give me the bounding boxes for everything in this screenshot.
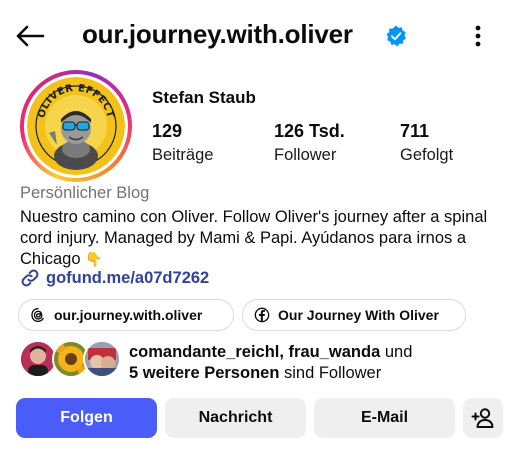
suggested-accounts-button[interactable] [463, 398, 503, 438]
threads-chip[interactable]: our.journey.with.oliver [18, 299, 234, 331]
threads-chip-label: our.journey.with.oliver [54, 307, 203, 323]
display-name: Stefan Staub [152, 88, 256, 107]
mutual-followers-avatars[interactable] [19, 340, 123, 380]
threads-icon [31, 308, 44, 323]
profile-avatar[interactable]: OLIVER EFFECT [20, 70, 132, 182]
facebook-chip[interactable]: Our Journey With Oliver [242, 299, 466, 331]
mutual-followers-text[interactable]: comandante_reichl, frau_wanda und 5 weit… [129, 342, 509, 384]
pointing-down-emoji: 👇 [85, 251, 103, 267]
profile-link[interactable]: gofund.me/a07d7262 [20, 268, 209, 288]
email-button[interactable]: E-Mail [314, 398, 455, 438]
profile-bio: Nuestro camino con Oliver. Follow Oliver… [20, 207, 510, 270]
avatar-photo [85, 342, 119, 376]
avatar-image: OLIVER EFFECT [27, 77, 125, 175]
mutual-and: und [384, 343, 413, 361]
mutual-names: comandante_reichl, frau_wanda [129, 343, 381, 361]
stat-posts-value: 129 [152, 121, 183, 141]
more-vertical-icon [475, 25, 481, 47]
stat-following[interactable]: 711 Gefolgt [400, 121, 453, 165]
verified-badge-icon [386, 25, 407, 47]
profile-username: our.journey.with.oliver [82, 19, 353, 49]
add-person-icon [471, 408, 494, 428]
stat-posts[interactable]: 129 Beiträge [152, 121, 213, 165]
link-url: gofund.me/a07d7262 [46, 268, 210, 287]
back-arrow-icon [16, 25, 45, 47]
mutual-suffix: sind Follower [284, 364, 382, 382]
stat-followers-value: 126 Tsd. [274, 121, 345, 141]
facebook-chip-label: Our Journey With Oliver [278, 307, 439, 323]
back-button[interactable] [12, 18, 48, 54]
stat-posts-label: Beiträge [152, 146, 214, 164]
avatar-ring-gap: OLIVER EFFECT [24, 74, 128, 178]
facebook-icon [254, 307, 270, 323]
oliver-effect-logo: OLIVER EFFECT [27, 77, 125, 175]
message-button[interactable]: Nachricht [165, 398, 306, 438]
link-icon [21, 269, 39, 287]
avatar-photo [21, 342, 55, 376]
stat-following-label: Gefolgt [400, 146, 454, 164]
more-options-button[interactable] [466, 20, 490, 52]
top-bar: our.journey.with.oliver [0, 0, 519, 70]
stat-followers[interactable]: 126 Tsd. Follower [274, 121, 345, 165]
stat-following-value: 711 [400, 121, 430, 141]
stat-followers-label: Follower [274, 146, 337, 164]
mutual-others: 5 weitere Personen [129, 364, 280, 382]
follow-button[interactable]: Folgen [16, 398, 157, 438]
profile-category: Persönlicher Blog [20, 184, 150, 202]
mutual-avatar [83, 340, 121, 378]
